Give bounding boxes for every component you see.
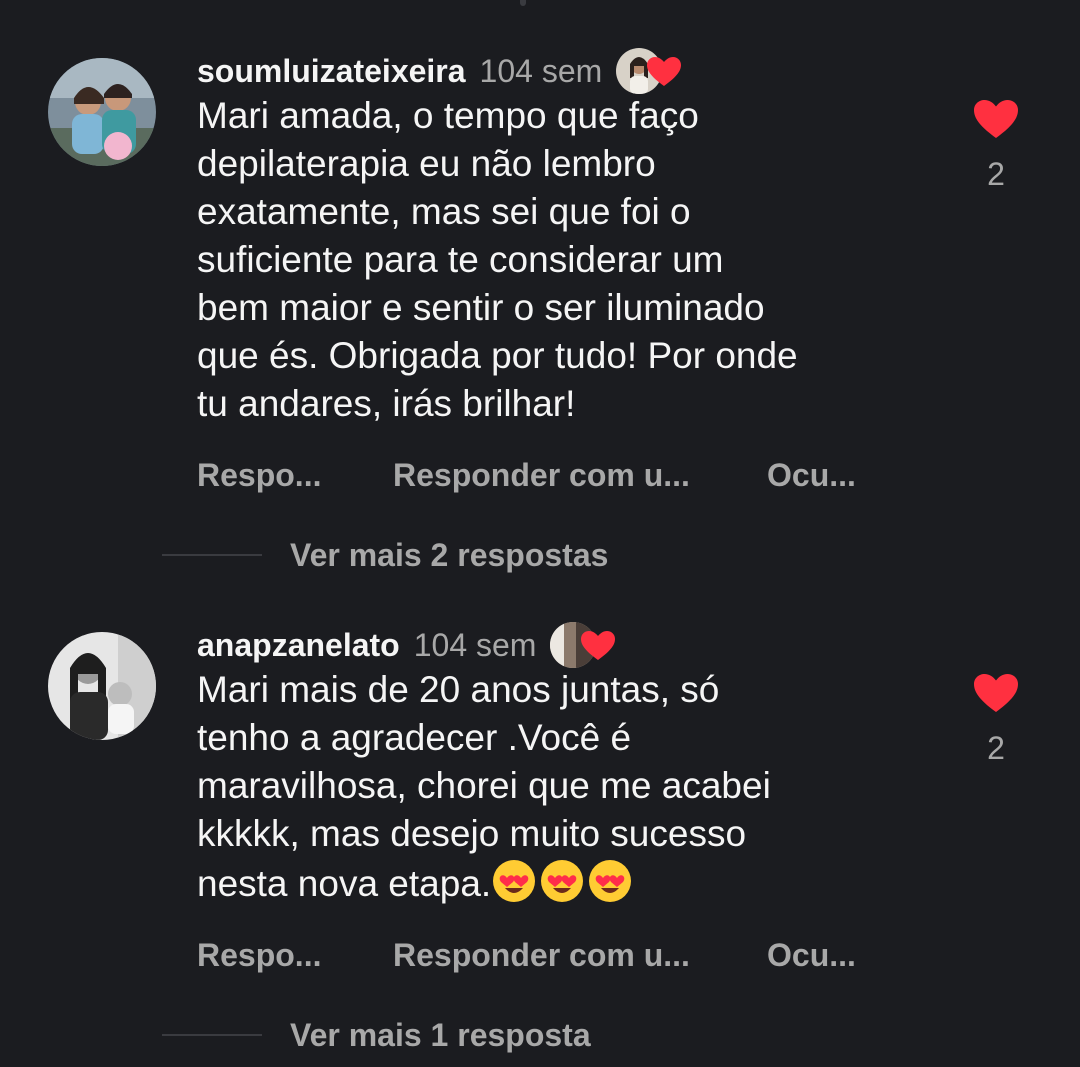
comment-text-segment: nesta nova etapa.: [197, 863, 492, 904]
username[interactable]: soumluizateixeira: [197, 53, 466, 90]
like-count: 2: [987, 156, 1005, 192]
heart-icon[interactable]: [972, 98, 1020, 140]
comment-text: Mari amada, o tempo que faço depilaterap…: [197, 92, 917, 428]
heart-eyes-emoji-icon: [541, 860, 584, 902]
hide-button[interactable]: Ocu...: [767, 457, 856, 494]
like-count: 2: [987, 730, 1005, 766]
timestamp: 104 sem: [479, 52, 603, 89]
comment-text-line: nesta nova etapa.: [197, 858, 917, 908]
view-more-replies[interactable]: Ver mais 2 respostas: [162, 535, 608, 575]
heart-icon[interactable]: [972, 672, 1020, 714]
comment-header: soumluizateixeira 104 sem: [197, 46, 686, 96]
reply-button[interactable]: Respo...: [197, 937, 393, 974]
creator-liked-heart-icon: [581, 631, 616, 660]
reply-with-button[interactable]: Responder com u...: [393, 937, 767, 974]
comment-text-line: kkkkk, mas desejo muito sucesso: [197, 813, 747, 854]
username[interactable]: anapzanelato: [197, 627, 400, 664]
view-more-replies-label[interactable]: Ver mais 2 respostas: [290, 537, 608, 574]
heart-eyes-emoji-icon: [589, 860, 632, 902]
comment-text-line: que és. Obrigada por tudo! Por onde: [197, 335, 798, 376]
comment-text-line: maravilhosa, chorei que me acabei: [197, 765, 771, 806]
timestamp: 104 sem: [413, 626, 537, 663]
avatar[interactable]: [48, 632, 156, 740]
like-column: 2: [960, 672, 1032, 767]
view-more-replies-label[interactable]: Ver mais 1 resposta: [290, 1017, 591, 1054]
comment-text-line: tenho a agradecer .Você é: [197, 717, 632, 758]
comment-text-line: Mari mais de 20 anos juntas, só: [197, 669, 720, 710]
divider: [162, 1034, 262, 1036]
comment-actions: Respo... Responder com u... Ocu...: [197, 455, 856, 495]
creator-liked-heart-icon: [647, 57, 682, 86]
hide-button[interactable]: Ocu...: [767, 937, 856, 974]
divider: [162, 554, 262, 556]
like-column: 2: [960, 98, 1032, 193]
reply-with-button[interactable]: Responder com u...: [393, 457, 767, 494]
creator-liked-badge: [550, 622, 620, 668]
comment-text-line: exatamente, mas sei que foi o: [197, 191, 691, 232]
comment-actions: Respo... Responder com u... Ocu...: [197, 935, 856, 975]
comment-text-line: Mari amada, o tempo que faço: [197, 95, 699, 136]
comment-text-line: suficiente para te considerar um: [197, 239, 724, 280]
previous-item-edge: [520, 0, 526, 6]
heart-eyes-emoji-icon: [493, 860, 536, 902]
comment-text: Mari mais de 20 anos juntas, só tenho a …: [197, 666, 917, 908]
comment-header: anapzanelato 104 sem: [197, 620, 620, 670]
comment-text-line: depilaterapia eu não lembro: [197, 143, 656, 184]
comment-text-line: tu andares, irás brilhar!: [197, 383, 576, 424]
view-more-replies[interactable]: Ver mais 1 resposta: [162, 1015, 591, 1055]
reply-button[interactable]: Respo...: [197, 457, 393, 494]
creator-liked-badge: [616, 48, 686, 94]
avatar[interactable]: [48, 58, 156, 166]
comment-text-line: bem maior e sentir o ser iluminado: [197, 287, 765, 328]
